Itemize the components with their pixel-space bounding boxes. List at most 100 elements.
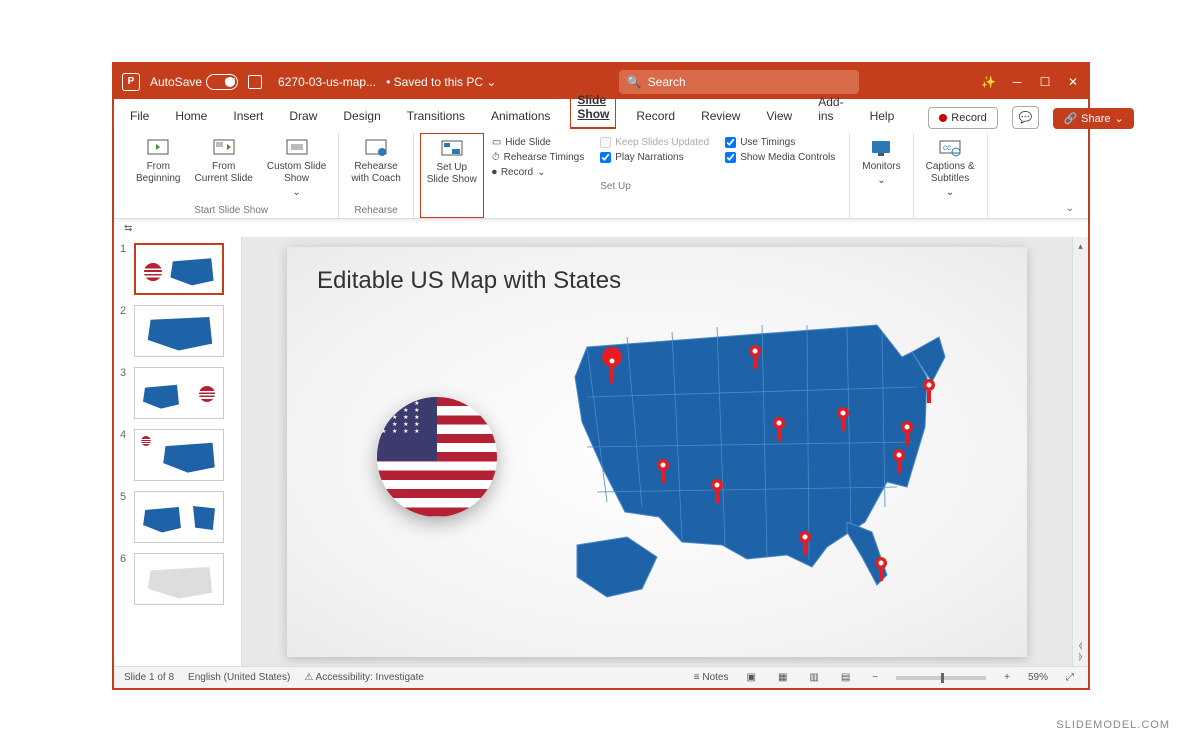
reading-view-button[interactable]: ▥ [805, 672, 822, 683]
zoom-level[interactable]: 59% [1028, 672, 1048, 683]
tab-insert[interactable]: Insert [227, 103, 269, 129]
group-start-slideshow: From Beginning From Current Slide Custom… [124, 133, 339, 218]
thumbnail-4[interactable] [134, 429, 224, 481]
captions-icon: cc [937, 137, 963, 159]
coach-icon [363, 137, 389, 159]
record-dot-icon [939, 114, 947, 122]
keep-slides-updated-checkbox[interactable]: Keep Slides Updated [600, 137, 709, 148]
comments-button[interactable]: 💬 [1012, 106, 1040, 129]
thumbnail-5[interactable] [134, 491, 224, 543]
slideshow-view-button[interactable]: ▤ [837, 672, 854, 683]
autosave-label: AutoSave [150, 75, 202, 89]
toggle-switch[interactable]: Off [206, 74, 238, 90]
tab-addins[interactable]: Add-ins [812, 89, 849, 129]
tab-view[interactable]: View [760, 103, 798, 129]
show-media-controls-checkbox[interactable]: Show Media Controls [725, 152, 835, 163]
close-button[interactable]: ✕ [1066, 75, 1080, 89]
group-set-up: Set Up Slide Show ▭ Hide Slide ⏱ Rehears… [414, 133, 850, 218]
next-slide-icon[interactable]: ⦊ [1079, 651, 1082, 662]
share-button[interactable]: 🔗 Share ⌄ [1053, 108, 1133, 129]
vertical-scrollbar[interactable]: ▴ ⦉ ⦊ [1072, 237, 1088, 666]
ribbon-tabs: File Home Insert Draw Design Transitions… [114, 99, 1088, 129]
from-beginning-button[interactable]: From Beginning [130, 133, 186, 205]
thumbnail-2[interactable] [134, 305, 224, 357]
tab-home[interactable]: Home [169, 103, 213, 129]
svg-text:cc: cc [943, 143, 951, 152]
ribbon-collapse-icon[interactable]: ⌄ [1062, 199, 1078, 218]
fit-to-window-button[interactable]: ⤢ [1062, 672, 1078, 683]
saved-status[interactable]: • Saved to this PC ⌄ [386, 75, 496, 89]
normal-view-button[interactable]: ▣ [742, 672, 759, 683]
rehearse-with-coach-button[interactable]: Rehearse with Coach [345, 133, 406, 205]
play-narrations-checkbox[interactable]: Play Narrations [600, 152, 709, 163]
tab-slide-show[interactable]: Slide Show [570, 86, 616, 129]
sorter-view-button[interactable]: ▦ [774, 672, 791, 683]
use-timings-checkbox[interactable]: Use Timings [725, 137, 835, 148]
tab-file[interactable]: File [124, 103, 155, 129]
tab-animations[interactable]: Animations [485, 103, 556, 129]
group-rehearse: Rehearse with Coach Rehearse [339, 133, 413, 218]
tab-design[interactable]: Design [337, 103, 386, 129]
presentation-current-icon [211, 137, 237, 159]
prev-slide-icon[interactable]: ⦉ [1079, 640, 1082, 651]
quick-access-toggle[interactable]: ⇆ [114, 219, 1088, 237]
tab-help[interactable]: Help [864, 103, 901, 129]
monitor-icon [868, 137, 894, 159]
custom-slide-show-button[interactable]: Custom Slide Show ⌄ [261, 133, 332, 205]
tab-transitions[interactable]: Transitions [401, 103, 471, 129]
slide-thumbnails-pane[interactable]: 1 2 3 4 5 6 [114, 237, 242, 666]
group-label-rehearse: Rehearse [354, 205, 397, 218]
ribbon: From Beginning From Current Slide Custom… [114, 129, 1088, 219]
from-current-slide-button[interactable]: From Current Slide [188, 133, 258, 205]
group-monitors: Monitors ⌄ [850, 133, 913, 218]
group-label-setup: Set Up [600, 167, 709, 194]
setup-minor-buttons: ▭ Hide Slide ⏱ Rehearse Timings ⏺ Record… [484, 133, 592, 218]
status-bar: Slide 1 of 8 English (United States) ⚠ A… [114, 666, 1088, 688]
sparkle-icon[interactable]: ✨ [981, 75, 996, 89]
setup-checkboxes-1: Keep Slides Updated Play Narrations Set … [592, 133, 717, 218]
maximize-button[interactable]: ☐ [1038, 75, 1052, 89]
us-flag-badge[interactable]: ★ ★ ★ ★★ ★ ★ ★★ ★ ★ ★★ ★ ★ ★★ ★ ★ ★ [377, 397, 497, 517]
autosave-toggle[interactable]: AutoSave Off [150, 74, 238, 90]
record-dropdown[interactable]: ⏺ Record ⌄ [492, 167, 584, 178]
custom-show-icon [284, 137, 310, 159]
zoom-out-button[interactable]: − [868, 672, 882, 683]
monitors-button[interactable]: Monitors ⌄ [856, 133, 906, 205]
app-icon: P [122, 73, 140, 91]
record-button[interactable]: Record [928, 107, 997, 129]
document-filename[interactable]: 6270-03-us-map... [278, 75, 376, 89]
notes-button[interactable]: ≡ Notes [694, 672, 729, 683]
slide-title[interactable]: Editable US Map with States [317, 267, 621, 295]
group-captions: cc Captions & Subtitles ⌄ [914, 133, 988, 218]
slide[interactable]: Editable US Map with States ★ ★ ★ ★★ ★ ★… [287, 247, 1027, 657]
presentation-icon [145, 137, 171, 159]
save-icon[interactable] [248, 75, 262, 89]
search-placeholder: Search [648, 75, 686, 89]
workspace: 1 2 3 4 5 6 Editable US Map with States … [114, 237, 1088, 666]
group-label-start: Start Slide Show [194, 205, 268, 218]
tab-review[interactable]: Review [695, 103, 746, 129]
tab-record[interactable]: Record [630, 103, 681, 129]
setup-checkboxes-2: Use Timings Show Media Controls [717, 133, 843, 218]
slide-counter[interactable]: Slide 1 of 8 [124, 672, 174, 683]
zoom-slider[interactable] [896, 676, 986, 680]
scroll-up-icon[interactable]: ▴ [1078, 241, 1083, 252]
thumbnail-3[interactable] [134, 367, 224, 419]
us-map-graphic[interactable] [547, 307, 987, 607]
slide-canvas-area[interactable]: Editable US Map with States ★ ★ ★ ★★ ★ ★… [242, 237, 1072, 666]
hide-slide-button[interactable]: ▭ Hide Slide [492, 137, 584, 148]
captions-subtitles-button[interactable]: cc Captions & Subtitles ⌄ [920, 133, 981, 205]
tab-draw[interactable]: Draw [283, 103, 323, 129]
language-indicator[interactable]: English (United States) [188, 672, 290, 683]
powerpoint-window: P AutoSave Off 6270-03-us-map... • Saved… [112, 62, 1090, 690]
thumbnail-6[interactable] [134, 553, 224, 605]
thumbnail-1[interactable] [134, 243, 224, 295]
watermark: SLIDEMODEL.COM [1056, 719, 1170, 731]
minimize-button[interactable]: ─ [1010, 75, 1024, 89]
zoom-in-button[interactable]: + [1000, 672, 1014, 683]
rehearse-timings-button[interactable]: ⏱ Rehearse Timings [492, 152, 584, 163]
setup-icon [439, 138, 465, 160]
search-icon: 🔍 [627, 75, 642, 89]
accessibility-indicator[interactable]: ⚠ Accessibility: Investigate [304, 672, 424, 683]
set-up-slide-show-button[interactable]: Set Up Slide Show [420, 133, 484, 218]
